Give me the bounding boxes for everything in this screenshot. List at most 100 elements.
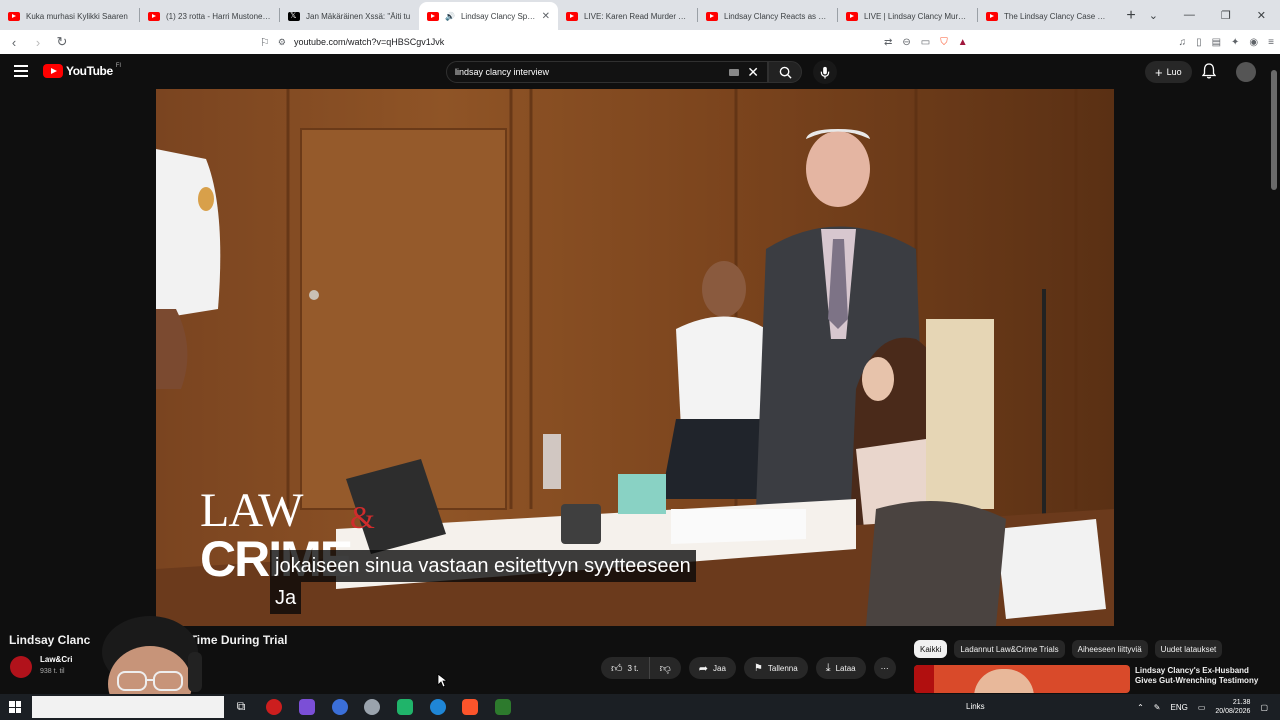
voice-search-button[interactable]: [813, 60, 837, 84]
thumbs-down-icon: 👎︎: [659, 662, 671, 675]
notifications-bell-icon[interactable]: [1202, 63, 1216, 79]
channel-avatar[interactable]: [10, 656, 32, 678]
youtube-wordmark: YouTube: [66, 64, 113, 78]
browser-extensions: ♫ ▯ ▤ ✦ ◉ ≡: [1179, 32, 1274, 52]
forward-icon[interactable]: ›: [28, 32, 48, 52]
tab-3[interactable]: Jan Mäkäräinen Xssä: "Äiti tu: [280, 2, 419, 30]
dislike-button[interactable]: 👎︎: [649, 657, 681, 679]
menu-icon[interactable]: [14, 65, 28, 77]
youtube-favicon-icon: [427, 11, 439, 21]
related-filter-chips: Kaikki Ladannut Law&Crime Trials Aiheese…: [914, 640, 1223, 658]
page-scrollbar[interactable]: [1268, 54, 1280, 690]
music-icon[interactable]: ♫: [1179, 37, 1187, 48]
tab-7[interactable]: LIVE | Lindsay Clancy Murder: [838, 2, 977, 30]
tab-search-icon[interactable]: ⌄: [1149, 9, 1158, 22]
bookmark-icon[interactable]: ⚐: [260, 36, 270, 49]
tab-4-active[interactable]: 🔊 Lindsay Clancy Speak ✕: [419, 2, 558, 30]
chip-channel[interactable]: Ladannut Law&Crime Trials: [954, 640, 1065, 658]
url-text: youtube.com/watch?v=qHBSCgv1Jvk: [293, 37, 445, 47]
new-tab-button[interactable]: +: [1117, 2, 1145, 30]
task-view-icon[interactable]: ⧉: [233, 699, 249, 715]
youtube-play-icon: [43, 64, 63, 78]
save-label: Tallenna: [767, 663, 798, 673]
tab-title: The Lindsay Clancy Case Exp: [1004, 11, 1109, 21]
sidebar-icon[interactable]: ▯: [1196, 37, 1202, 48]
clear-search-icon[interactable]: ✕: [747, 64, 759, 81]
settings-app-icon[interactable]: [364, 699, 380, 715]
search-input[interactable]: lindsay clancy interview ✕: [446, 61, 768, 83]
tab-title: Lindsay Clancy Reacts as Pros: [724, 11, 829, 21]
wallet-icon[interactable]: ▤: [1212, 37, 1221, 48]
tab-title: LIVE: Karen Read Murder Trial Day: [584, 11, 689, 21]
channel-name[interactable]: Law&Cri: [40, 655, 72, 664]
like-button[interactable]: 👍︎ 3 t.: [601, 657, 650, 679]
app-icon[interactable]: [299, 699, 315, 715]
tab-5[interactable]: LIVE: Karen Read Murder Trial Day: [558, 2, 697, 30]
tab-6[interactable]: Lindsay Clancy Reacts as Pros: [698, 2, 837, 30]
tab-title: (1) 23 rotta - Harri Mustonen | 24: [166, 11, 271, 21]
chip-new-uploads[interactable]: Uudet lataukset: [1154, 640, 1223, 658]
language-indicator[interactable]: ENG: [1170, 703, 1187, 712]
notifications-icon[interactable]: ▢: [1260, 703, 1268, 712]
related-video-thumbnail[interactable]: [914, 665, 1130, 693]
thumbs-up-icon: 👍︎: [611, 662, 623, 675]
more-actions-button[interactable]: ⋯: [873, 657, 896, 679]
clock[interactable]: 21.38 20/08/2026: [1215, 698, 1250, 716]
vpn-icon[interactable]: ◉: [1249, 37, 1258, 48]
taskbar-search[interactable]: [32, 696, 224, 718]
extensions-icon[interactable]: ✦: [1231, 37, 1239, 48]
scrollbar-thumb[interactable]: [1271, 70, 1277, 190]
zoom-icon[interactable]: ⊖: [902, 37, 910, 48]
tab-8[interactable]: The Lindsay Clancy Case Exp: [978, 2, 1117, 30]
time: 21.38: [1232, 699, 1251, 706]
terminal-icon[interactable]: [495, 699, 511, 715]
opera-icon[interactable]: [266, 699, 282, 715]
subscriber-count: 938 t. til: [40, 668, 65, 675]
close-window-icon[interactable]: ✕: [1257, 9, 1266, 22]
back-icon[interactable]: ‹: [4, 32, 24, 52]
like-count: 3 t.: [627, 663, 639, 673]
pen-icon[interactable]: ✎: [1154, 703, 1161, 712]
reload-icon[interactable]: ↻: [52, 32, 72, 52]
youtube-favicon-icon: [846, 11, 858, 21]
country-code: FI: [115, 63, 122, 69]
window-controls: ⌄ — ❐ ✕: [1149, 0, 1280, 30]
chrome-icon[interactable]: [332, 699, 348, 715]
site-info-icon[interactable]: ⚙: [278, 37, 286, 48]
brave-shield-icon[interactable]: ⛉: [940, 37, 948, 48]
app-green-icon[interactable]: [397, 699, 413, 715]
browser-toolbar: ‹ › ↻ ⚐ ⚙ youtube.com/watch?v=qHBSCgv1Jv…: [0, 30, 1280, 54]
account-avatar[interactable]: [1236, 62, 1256, 82]
brave-icon[interactable]: [462, 699, 478, 715]
taskbar-links-toolbar[interactable]: Links: [966, 702, 985, 711]
youtube-logo[interactable]: YouTube FI: [43, 63, 122, 78]
chip-all[interactable]: Kaikki: [914, 640, 948, 658]
video-player[interactable]: LAW & CRIME: [156, 89, 1114, 626]
create-button[interactable]: + Luo: [1145, 61, 1192, 83]
search-button[interactable]: [768, 61, 802, 83]
restore-icon[interactable]: ❐: [1221, 9, 1231, 22]
close-tab-icon[interactable]: ✕: [542, 11, 550, 22]
related-video-title[interactable]: Lindsay Clancy's Ex-Husband Gives Gut-Wr…: [1135, 666, 1265, 690]
download-button[interactable]: ⤓ Lataa: [815, 657, 866, 679]
tab-2[interactable]: (1) 23 rotta - Harri Mustonen | 24: [140, 2, 279, 30]
share-button[interactable]: ➦ Jaa: [688, 657, 736, 679]
translate-icon[interactable]: ⇄: [884, 37, 892, 48]
brave-rewards-icon[interactable]: ▲: [958, 37, 968, 48]
minimize-icon[interactable]: —: [1184, 9, 1195, 21]
download-label: Lataa: [835, 663, 856, 673]
watermark-ampersand: &: [350, 499, 375, 535]
chip-related[interactable]: Aiheeseen liittyviä: [1071, 640, 1148, 658]
youtube-favicon-icon: [706, 11, 718, 21]
tab-1[interactable]: Kuka murhasi Kylikki Saaren: [0, 2, 139, 30]
cast-icon[interactable]: ▭: [921, 37, 930, 48]
search-value: lindsay clancy interview: [455, 67, 550, 77]
share-icon: ➦: [698, 662, 709, 675]
keyboard-icon[interactable]: [729, 69, 739, 76]
save-button[interactable]: ⚑ Tallenna: [743, 657, 808, 679]
network-icon[interactable]: ▭: [1198, 703, 1206, 712]
windows-start-icon[interactable]: [9, 701, 21, 713]
edge-icon[interactable]: [430, 699, 446, 715]
menu-icon[interactable]: ≡: [1268, 37, 1274, 48]
tray-chevron-icon[interactable]: ⌃: [1137, 703, 1144, 712]
